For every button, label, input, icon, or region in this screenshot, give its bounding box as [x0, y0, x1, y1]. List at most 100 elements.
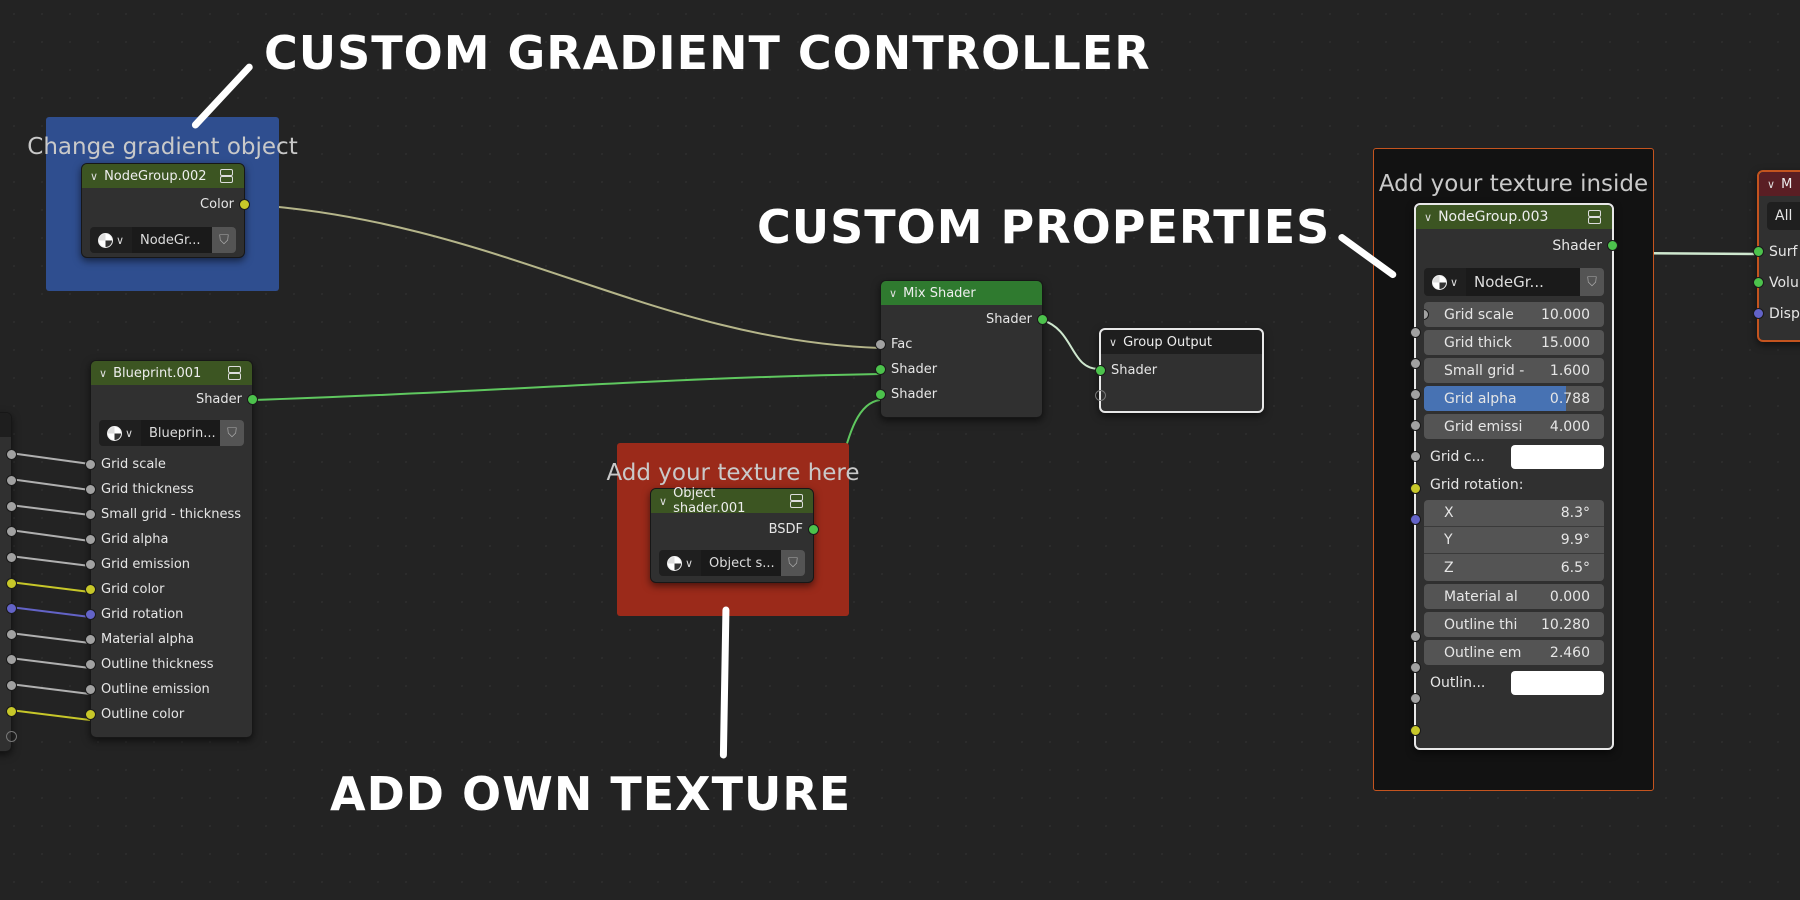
socket-shader-out[interactable]	[1607, 240, 1618, 251]
socket-outline-emission[interactable]	[1410, 693, 1421, 704]
datablock-selector[interactable]: ∨ Blueprin... ⛉	[99, 420, 244, 446]
input-fac: Fac	[875, 332, 1042, 357]
field-small-grid[interactable]: Small grid -1.600	[1424, 358, 1604, 383]
input-outline-emission: Outline emission	[85, 677, 252, 702]
node-title: Blueprint.001	[113, 365, 202, 381]
datablock-selector[interactable]: ∨ Object s... ⛉	[659, 550, 805, 576]
chevron-down-icon[interactable]: ∨	[889, 287, 897, 300]
field-material-alpha[interactable]: Material al 0.000	[1424, 584, 1604, 609]
socket-grid-thick[interactable]	[1410, 358, 1421, 369]
input-outline-thickness: Outline thickness	[85, 652, 252, 677]
chevron-down-icon: ∨	[124, 426, 134, 440]
socket-small-grid[interactable]	[1410, 389, 1421, 400]
socket-material-alpha[interactable]	[1410, 631, 1421, 642]
socket-grid-alpha[interactable]	[1410, 420, 1421, 431]
frame-label: Change gradient object	[27, 134, 298, 160]
node-tree-icon	[1431, 274, 1447, 290]
input-volume: Volu	[1753, 267, 1800, 298]
chevron-down-icon: ∨	[115, 233, 125, 247]
frame-label: Add your texture here	[606, 460, 860, 486]
chevron-down-icon[interactable]: ∨	[99, 367, 107, 380]
input-material-alpha: Material alpha	[85, 627, 252, 652]
chevron-down-icon[interactable]: ∨	[659, 495, 667, 508]
field-grid-thick[interactable]: Grid thick 15.000	[1424, 330, 1604, 355]
callout-own-texture: ADD OWN TEXTURE	[330, 767, 852, 821]
input-grid-rotation: Grid rotation	[85, 602, 252, 627]
node-tree-icon	[666, 555, 682, 571]
input-displacement: Disp	[1753, 298, 1800, 329]
socket-grid-emission[interactable]	[1410, 451, 1421, 462]
node-group-icon[interactable]	[1588, 210, 1604, 224]
fake-user-shield-icon[interactable]: ⛉	[212, 227, 236, 253]
input-list: Grid scale Grid thickness Small grid - t…	[85, 452, 252, 727]
output-shader: Shader	[91, 387, 258, 412]
input-grid-scale: Grid scale	[85, 452, 252, 477]
callout-gradient-controller: CUSTOM GRADIENT CONTROLLER	[264, 26, 1151, 80]
node-group-output[interactable]: ∨ Group Output Shader	[1095, 328, 1264, 413]
chevron-down-icon: ∨	[684, 556, 694, 570]
chevron-down-icon[interactable]: ∨	[90, 170, 98, 183]
socket-outline-color[interactable]	[1410, 725, 1421, 736]
input-surface: Surf	[1753, 236, 1800, 267]
chevron-down-icon[interactable]: ∨	[1424, 211, 1432, 224]
socket-grid-scale[interactable]	[1410, 327, 1421, 338]
vector-grid-rotation: X 8.3° Y 9.9° Z 6.5°	[1424, 500, 1604, 581]
field-rotation-x[interactable]: X 8.3°	[1424, 500, 1604, 527]
input-grid-thickness: Grid thickness	[85, 477, 252, 502]
field-outline-emission[interactable]: Outline em 2.460	[1424, 640, 1604, 665]
fake-user-shield-icon[interactable]: ⛉	[781, 550, 805, 576]
socket-outline-thickness[interactable]	[1410, 662, 1421, 673]
socket-bsdf-out[interactable]	[808, 524, 819, 535]
input-outline-color: Outline color	[85, 702, 252, 727]
row-outline-color: Outlin...	[1416, 668, 1612, 698]
frame-label: Add your texture inside	[1378, 171, 1649, 197]
socket-grid-rotation[interactable]	[1410, 514, 1421, 525]
input-grid-color: Grid color	[85, 577, 252, 602]
socket-shader-out[interactable]	[247, 394, 258, 405]
field-rotation-z[interactable]: Z 6.5°	[1424, 554, 1604, 581]
chevron-down-icon[interactable]: ∨	[1767, 178, 1775, 191]
node-title: Object shader.001	[673, 486, 746, 516]
node-object-shader-001[interactable]: ∨ Object shader.001 BSDF ∨ Object s... ⛉	[650, 486, 819, 583]
input-grid-emission: Grid emission	[85, 552, 252, 577]
output-shader: Shader	[1416, 233, 1618, 258]
node-nodegroup-003[interactable]: ∨ NodeGroup.003 Shader ∨ NodeGr... ⛉ Gri…	[1410, 203, 1618, 750]
field-outline-thickness[interactable]: Outline thi 10.280	[1424, 612, 1604, 637]
datablock-selector[interactable]: ∨ NodeGr... ⛉	[90, 227, 236, 253]
socket-color-out[interactable]	[239, 199, 250, 210]
socket-grid-color[interactable]	[1410, 483, 1421, 494]
input-shader-2: Shader	[875, 382, 1042, 407]
node-blueprint-001[interactable]: ∨ Blueprint.001 Shader ∨ Blueprin... ⛉ G…	[85, 360, 258, 738]
outline-color-swatch[interactable]	[1511, 671, 1604, 695]
input-empty	[1095, 383, 1262, 408]
node-group-icon[interactable]	[228, 366, 244, 380]
node-mix-shader[interactable]: ∨ Mix Shader Shader Fac Shader Shader	[875, 280, 1048, 418]
chevron-down-icon: ∨	[1449, 275, 1459, 289]
reroute-links	[9, 452, 91, 721]
chevron-down-icon[interactable]: ∨	[1109, 336, 1117, 349]
node-nodegroup-002[interactable]: ∨ NodeGroup.002 Color ∨ NodeGr... ⛉	[81, 163, 250, 258]
fake-user-shield-icon[interactable]: ⛉	[1580, 268, 1604, 296]
input-shader: Shader	[1095, 358, 1262, 383]
socket-shader-out[interactable]	[1037, 314, 1048, 325]
input-shader-1: Shader	[875, 357, 1042, 382]
grid-color-swatch[interactable]	[1511, 445, 1604, 469]
node-material-output[interactable]: ∨ M All Surf Volu Disp	[1753, 170, 1800, 342]
offscreen-group-input-node[interactable]	[0, 412, 17, 752]
field-grid-scale[interactable]: Grid scale 10.000	[1424, 302, 1604, 327]
target-dropdown[interactable]: All	[1767, 202, 1800, 230]
row-grid-color: Grid c...	[1416, 442, 1612, 472]
node-tree-icon	[106, 425, 122, 441]
field-grid-emission[interactable]: Grid emissi 4.000	[1424, 414, 1604, 439]
field-rotation-y[interactable]: Y 9.9°	[1424, 527, 1604, 554]
callout-pointer-texture	[719, 606, 730, 759]
datablock-selector[interactable]: ∨ NodeGr... ⛉	[1424, 268, 1604, 296]
input-grid-alpha: Grid alpha	[85, 527, 252, 552]
fake-user-shield-icon[interactable]: ⛉	[220, 420, 244, 446]
input-small-grid-thickness: Small grid - thickness	[85, 502, 252, 527]
node-group-icon[interactable]	[220, 169, 236, 183]
node-group-icon[interactable]	[790, 494, 805, 508]
node-title: Group Output	[1123, 334, 1212, 350]
row-grid-rotation: Grid rotation:	[1430, 477, 1524, 493]
slider-grid-alpha[interactable]: Grid alpha 0.788	[1424, 386, 1604, 411]
